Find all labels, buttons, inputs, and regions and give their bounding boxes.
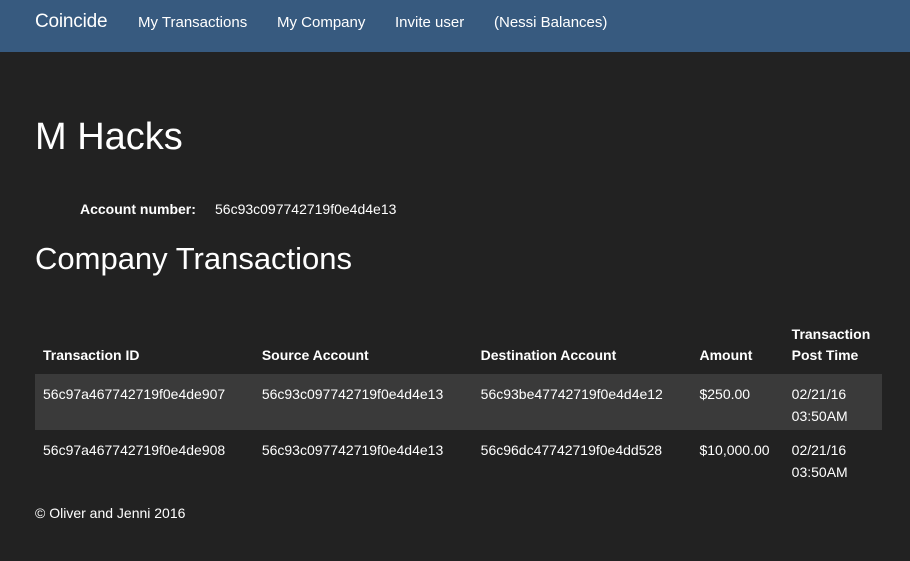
cell-transaction-id: 56c97a467742719f0e4de907 — [43, 386, 226, 402]
brand-link[interactable]: Coincide — [35, 11, 108, 33]
page-title: M Hacks — [35, 116, 183, 158]
cell-source-account: 56c93c097742719f0e4d4e13 — [261, 442, 444, 458]
header-post-time: Transaction Post Time — [791, 326, 871, 363]
footer-copyright: © Oliver and Jenni 2016 — [35, 505, 186, 521]
header-destination-account: Destination Account — [480, 347, 617, 363]
nav-invite-user[interactable]: Invite user — [395, 14, 464, 31]
header-amount: Amount — [699, 347, 753, 363]
post-clock-time: 03:50AM — [791, 464, 848, 480]
cell-post-time: 02/21/16 03:50AM — [784, 374, 882, 430]
top-navbar: Coincide My Transactions My Company Invi… — [0, 0, 910, 52]
post-clock-time: 03:50AM — [791, 408, 848, 424]
cell-destination-account: 56c93be47742719f0e4d4e12 — [480, 386, 663, 402]
table-row: 56c97a467742719f0e4de908 56c93c097742719… — [35, 430, 882, 486]
cell-amount: $250.00 — [699, 386, 751, 402]
table-row: 56c97a467742719f0e4de907 56c93c097742719… — [35, 374, 882, 430]
header-source-account: Source Account — [261, 347, 369, 363]
section-title: Company Transactions — [35, 241, 353, 276]
cell-source-account: 56c93c097742719f0e4d4e13 — [261, 386, 444, 402]
transactions-table: Transaction ID Source Account Destinatio… — [35, 314, 882, 486]
nav-my-company[interactable]: My Company — [277, 14, 365, 31]
cell-transaction-id: 56c97a467742719f0e4de908 — [43, 442, 226, 458]
nav-nessi-balances[interactable]: (Nessi Balances) — [494, 14, 607, 31]
nav-my-transactions[interactable]: My Transactions — [138, 14, 247, 31]
account-number-value: 56c93c097742719f0e4d4e13 — [215, 201, 397, 217]
cell-amount: $10,000.00 — [699, 442, 770, 458]
header-transaction-id: Transaction ID — [43, 347, 140, 363]
cell-destination-account: 56c96dc47742719f0e4dd528 — [480, 442, 663, 458]
post-date: 02/21/16 — [791, 386, 847, 402]
post-date: 02/21/16 — [791, 442, 847, 458]
table-header-row: Transaction ID Source Account Destinatio… — [35, 314, 882, 374]
account-number-label: Account number: — [80, 201, 196, 217]
cell-post-time: 02/21/16 03:50AM — [784, 430, 882, 486]
